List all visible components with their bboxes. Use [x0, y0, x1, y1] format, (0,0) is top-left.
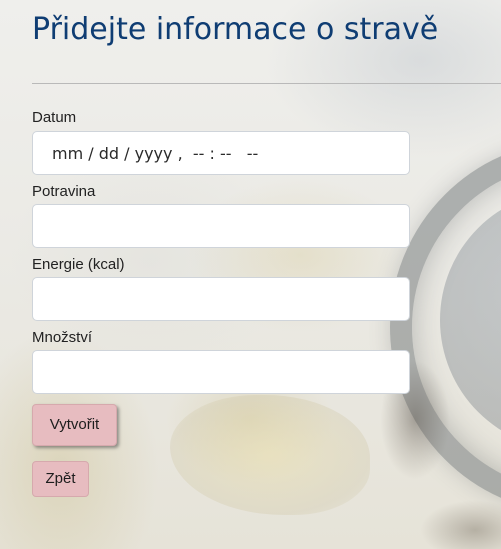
date-time-placeholder: mm / dd / yyyy , -- : -- --: [52, 144, 259, 163]
page-title: Přidejte informace o stravě: [32, 12, 439, 47]
title-divider: [32, 83, 501, 84]
energy-input[interactable]: [33, 278, 409, 320]
food-field-wrapper: [32, 204, 410, 248]
amount-field-wrapper: [32, 350, 410, 394]
amount-input[interactable]: [33, 351, 409, 393]
food-label: Potravina: [32, 183, 96, 200]
date-time-input[interactable]: mm / dd / yyyy , -- : -- --: [32, 131, 410, 175]
meal-form-page: Přidejte informace o stravě Datum mm / d…: [0, 0, 501, 549]
energy-label: Energie (kcal): [32, 256, 125, 273]
food-input[interactable]: [33, 205, 409, 247]
create-button[interactable]: Vytvořit: [32, 404, 117, 446]
energy-field-wrapper: [32, 277, 410, 321]
back-button[interactable]: Zpět: [32, 461, 89, 497]
amount-label: Množství: [32, 329, 93, 346]
date-label: Datum: [32, 109, 77, 126]
